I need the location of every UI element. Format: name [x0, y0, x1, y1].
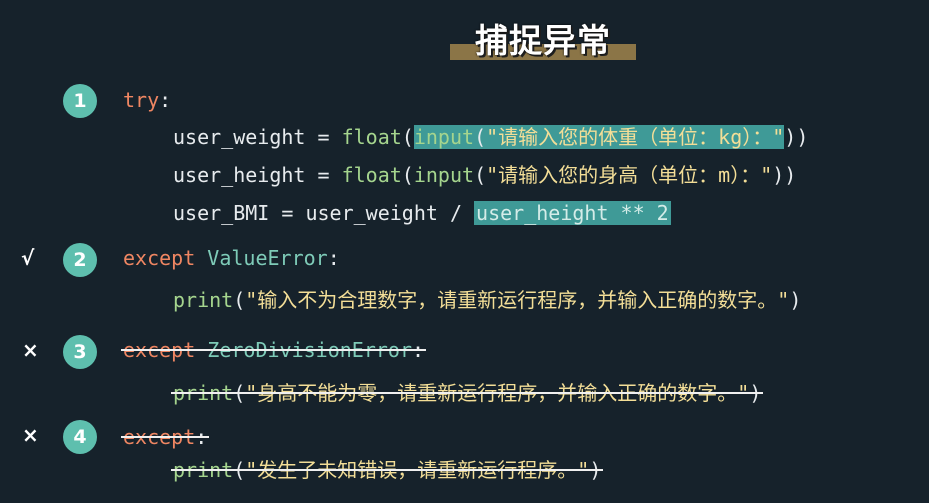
value-error-type: ValueError: [195, 246, 328, 270]
height-prompt-string: "请输入您的身高（单位：m）：": [486, 163, 773, 187]
float-call: float: [341, 125, 402, 149]
paren-open: (: [233, 288, 246, 312]
paren-open: (: [401, 125, 414, 149]
print-call: print: [173, 288, 234, 312]
except-keyword: except: [123, 246, 196, 270]
code-line-print-3: print("发生了未知错误，请重新运行程序。"): [171, 456, 604, 484]
check-mark-icon: √: [21, 246, 35, 270]
step-badge-2: 2: [63, 243, 97, 277]
bmi-assign: user_BMI = user_weight /: [173, 201, 475, 225]
code-line-except-zero: except ZeroDivisionError:: [121, 336, 427, 364]
highlighted-height-squared: user_height ** 2: [474, 201, 671, 225]
strikethrough-line: [121, 349, 427, 351]
code-line-except-all: except:: [121, 423, 210, 451]
value-error-message: "输入不为合理数字，请重新运行程序，并输入正确的数字。": [245, 288, 790, 312]
paren-close: )): [772, 163, 797, 187]
try-keyword: try: [123, 88, 160, 112]
colon: :: [159, 88, 172, 112]
cross-mark-icon: ×: [22, 338, 39, 362]
title-banner: 捕捉异常: [450, 14, 636, 66]
struck-through-code: print("身高不能为零，请重新运行程序，并输入正确的数字。"): [171, 379, 764, 407]
step-badge-1: 1: [63, 84, 97, 118]
strikethrough-line: [121, 436, 210, 438]
weight-prompt-string: "请输入您的体重（单位：kg）：": [486, 125, 785, 149]
code-line-try: try:: [123, 86, 171, 114]
struck-through-code: except ZeroDivisionError:: [121, 336, 427, 364]
code-line-weight: user_weight = float(input("请输入您的体重（单位：kg…: [173, 123, 808, 151]
step-badge-4: 4: [63, 420, 97, 454]
paren-open: (: [474, 125, 487, 149]
colon: :: [327, 246, 340, 270]
code-line-print-1: print("输入不为合理数字，请重新运行程序，并输入正确的数字。"): [173, 286, 801, 314]
paren-open: (: [401, 163, 414, 187]
code-line-print-2: print("身高不能为零，请重新运行程序，并输入正确的数字。"): [171, 379, 764, 407]
input-call: input: [413, 125, 475, 149]
input-call: input: [413, 163, 475, 187]
height-assign: user_height =: [173, 163, 342, 187]
paren-close: ): [789, 288, 802, 312]
code-line-height: user_height = float(input("请输入您的身高（单位：m）…: [173, 161, 796, 189]
strikethrough-line: [171, 469, 604, 471]
paren-open: (: [474, 163, 487, 187]
struck-through-code: print("发生了未知错误，请重新运行程序。"): [171, 456, 604, 484]
struck-through-code: except:: [121, 423, 210, 451]
code-line-bmi: user_BMI = user_weight / user_height ** …: [173, 199, 671, 227]
highlighted-input-call: input("请输入您的体重（单位：kg）：": [413, 125, 785, 149]
code-line-except-value: except ValueError:: [123, 244, 340, 272]
paren-close: )): [784, 125, 809, 149]
weight-assign: user_weight =: [173, 125, 342, 149]
cross-mark-icon: ×: [22, 423, 39, 447]
float-call: float: [341, 163, 402, 187]
page-title: 捕捉异常: [475, 21, 611, 60]
step-badge-3: 3: [63, 335, 97, 369]
strikethrough-line: [171, 392, 764, 394]
